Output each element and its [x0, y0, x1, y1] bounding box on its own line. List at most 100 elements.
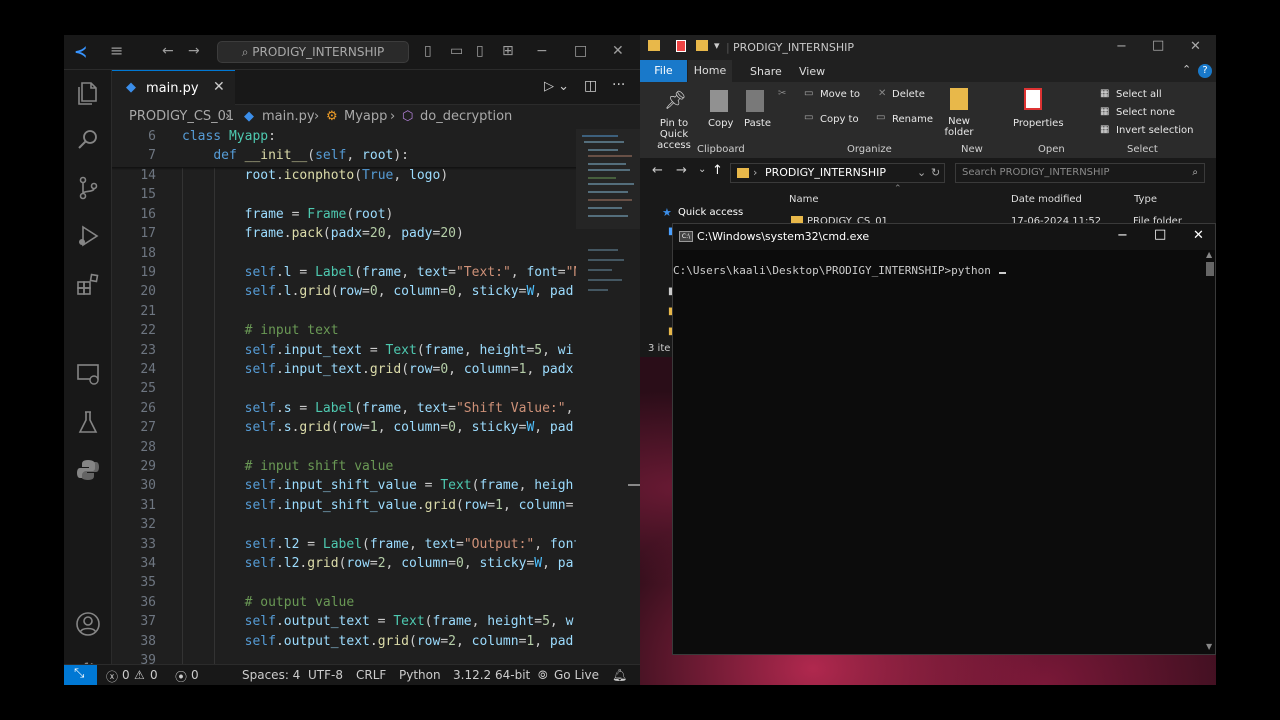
maximize-icon[interactable]: □	[1154, 227, 1166, 242]
back-arrow-icon[interactable]: ←	[162, 43, 174, 59]
nav-quick-access[interactable]: Quick access	[678, 207, 743, 218]
breadcrumb-class[interactable]: Myapp	[344, 109, 387, 124]
cut-icon[interactable]: ✂	[778, 88, 786, 99]
code-line[interactable]: frame.pack(padx=20, pady=20)	[182, 226, 464, 245]
code-line[interactable]: self.l2.grid(row=2, column=0, sticky=W, …	[182, 556, 574, 575]
account-icon[interactable]	[74, 610, 102, 638]
code-line[interactable]: self.l2 = Label(frame, text="Output:", f…	[182, 537, 576, 556]
command-search-box[interactable]: ⌕ PRODIGY_INTERNSHIP	[217, 41, 409, 63]
encoding-status[interactable]: UTF-8	[308, 668, 343, 682]
scroll-up-icon[interactable]: ▲	[1206, 250, 1212, 259]
delete-button[interactable]: Delete	[892, 89, 925, 100]
maximize-icon[interactable]: □	[574, 43, 587, 59]
code-line[interactable]: self.l.grid(row=0, column=0, sticky=W, p…	[182, 284, 574, 303]
python-icon[interactable]	[74, 456, 102, 484]
paste-button[interactable]: Paste	[744, 118, 771, 129]
back-arrow-icon[interactable]: ←	[652, 163, 663, 178]
column-date-modified[interactable]: Date modified	[1011, 194, 1082, 205]
move-to-button[interactable]: Move to	[820, 89, 860, 100]
maximize-icon[interactable]: □	[1152, 38, 1164, 53]
run-debug-icon[interactable]	[74, 222, 102, 250]
copy-button[interactable]: Copy	[708, 118, 733, 129]
code-line[interactable]: # output value	[182, 595, 355, 614]
code-line[interactable]: root.iconphoto(True, logo)	[182, 168, 449, 187]
address-bar[interactable]: › PRODIGY_INTERNSHIP ⌄ ↻	[730, 163, 945, 183]
breadcrumb-folder[interactable]: PRODIGY_CS_01	[129, 109, 234, 124]
minimize-icon[interactable]: −	[536, 43, 548, 59]
tab-share[interactable]: Share	[750, 65, 782, 78]
customize-layout-icon[interactable]: ⊞	[502, 43, 514, 59]
properties-quick-icon[interactable]	[676, 40, 686, 52]
quick-access-toolbar-dropdown-icon[interactable]: ▾	[714, 39, 720, 52]
toggle-sidebar-icon[interactable]: ▯	[424, 43, 432, 59]
code-line[interactable]: self.input_text = Text(frame, height=5, …	[182, 343, 574, 362]
close-tab-icon[interactable]: ✕	[213, 79, 225, 95]
properties-button[interactable]: Properties	[1013, 118, 1064, 129]
tab-main-py[interactable]: ◆ main.py ✕	[112, 70, 235, 105]
code-line[interactable]: self.s.grid(row=1, column=0, sticky=W, p…	[182, 420, 574, 439]
sticky-scroll-line[interactable]: class Myapp:	[158, 129, 576, 149]
eol-status[interactable]: CRLF	[356, 668, 386, 682]
code-line[interactable]: self.l = Label(frame, text="Text:", font…	[182, 265, 576, 284]
recent-locations-icon[interactable]: ⌄	[698, 164, 706, 175]
forward-arrow-icon[interactable]: →	[676, 163, 687, 178]
error-icon[interactable]: ⓧ	[106, 668, 118, 685]
tab-home[interactable]: Home	[688, 60, 732, 82]
scroll-thumb[interactable]	[1206, 262, 1214, 276]
breadcrumb-method[interactable]: do_decryption	[420, 109, 512, 124]
go-live-button[interactable]: Go Live	[554, 668, 599, 682]
forward-arrow-icon[interactable]: →	[188, 43, 200, 59]
copy-to-button[interactable]: Copy to	[820, 114, 859, 125]
cmd-scrollbar[interactable]: ▲ ▼	[1205, 250, 1215, 654]
code-line[interactable]: self.output_text = Text(frame, height=5,…	[182, 614, 574, 633]
collapse-ribbon-icon[interactable]: ⌃	[1182, 63, 1191, 76]
close-icon[interactable]: ✕	[1190, 39, 1201, 54]
rename-button[interactable]: Rename	[892, 114, 933, 125]
language-mode-status[interactable]: Python	[399, 668, 441, 682]
sticky-scroll-line[interactable]: def __init__(self, root):	[158, 148, 576, 168]
interpreter-status[interactable]: 3.12.2 64-bit	[453, 668, 530, 682]
close-icon[interactable]: ✕	[1193, 228, 1204, 243]
code-line[interactable]: self.s = Label(frame, text="Shift Value:…	[182, 401, 574, 420]
search-field[interactable]: Search PRODIGY_INTERNSHIP ⌕	[955, 163, 1205, 183]
new-folder-quick-icon[interactable]	[696, 40, 708, 51]
refresh-icon[interactable]: ↻	[931, 164, 940, 182]
code-line[interactable]: self.input_shift_value.grid(row=1, colum…	[182, 498, 574, 517]
notifications-bell-icon[interactable]: 🔔︎	[612, 668, 627, 682]
extensions-icon[interactable]	[74, 270, 102, 298]
select-all-button[interactable]: Select all	[1116, 89, 1162, 100]
code-line[interactable]: # input text	[182, 323, 339, 342]
remote-explorer-icon[interactable]	[74, 360, 102, 388]
column-name[interactable]: Name	[789, 194, 819, 205]
code-editor[interactable]: 14 root.iconphoto(True, logo) 15 16 frame …	[112, 129, 576, 664]
tab-view[interactable]: View	[799, 65, 825, 78]
split-editor-icon[interactable]: ◫	[584, 78, 597, 94]
scroll-down-icon[interactable]: ▼	[1206, 642, 1212, 651]
code-line[interactable]: self.input_shift_value = Text(frame, hei…	[182, 478, 574, 497]
ports-icon[interactable]: ⦿	[175, 668, 187, 685]
code-line[interactable]: self.input_text.grid(row=0, column=1, pa…	[182, 362, 574, 381]
minimize-icon[interactable]: −	[1116, 39, 1127, 54]
indentation-status[interactable]: Spaces: 4	[242, 668, 300, 682]
minimap[interactable]	[576, 129, 640, 664]
warning-icon[interactable]: ⚠	[134, 668, 145, 682]
explorer-files-icon[interactable]	[74, 78, 102, 106]
invert-selection-button[interactable]: Invert selection	[1116, 125, 1194, 136]
ports-count[interactable]: 0	[191, 668, 199, 682]
code-line[interactable]: # input shift value	[182, 459, 394, 478]
run-python-icon[interactable]: ▷ ⌄	[544, 79, 569, 94]
column-type[interactable]: Type	[1134, 194, 1157, 205]
toggle-panel-icon[interactable]: ▭	[450, 43, 463, 59]
code-line[interactable]: frame = Frame(root)	[182, 207, 394, 226]
toggle-secondary-sidebar-icon[interactable]: ▯	[476, 43, 484, 59]
select-none-button[interactable]: Select none	[1116, 107, 1175, 118]
search-icon[interactable]	[74, 126, 102, 154]
error-count[interactable]: 0	[122, 668, 130, 682]
close-icon[interactable]: ✕	[612, 43, 624, 59]
warning-count[interactable]: 0	[150, 668, 158, 682]
up-arrow-icon[interactable]: ↑	[712, 163, 723, 178]
breadcrumb-file[interactable]: main.py	[262, 109, 315, 124]
more-actions-icon[interactable]: ···	[612, 77, 625, 93]
menu-icon[interactable]: ≡	[110, 41, 123, 60]
address-dropdown-icon[interactable]: ⌄	[917, 164, 926, 182]
